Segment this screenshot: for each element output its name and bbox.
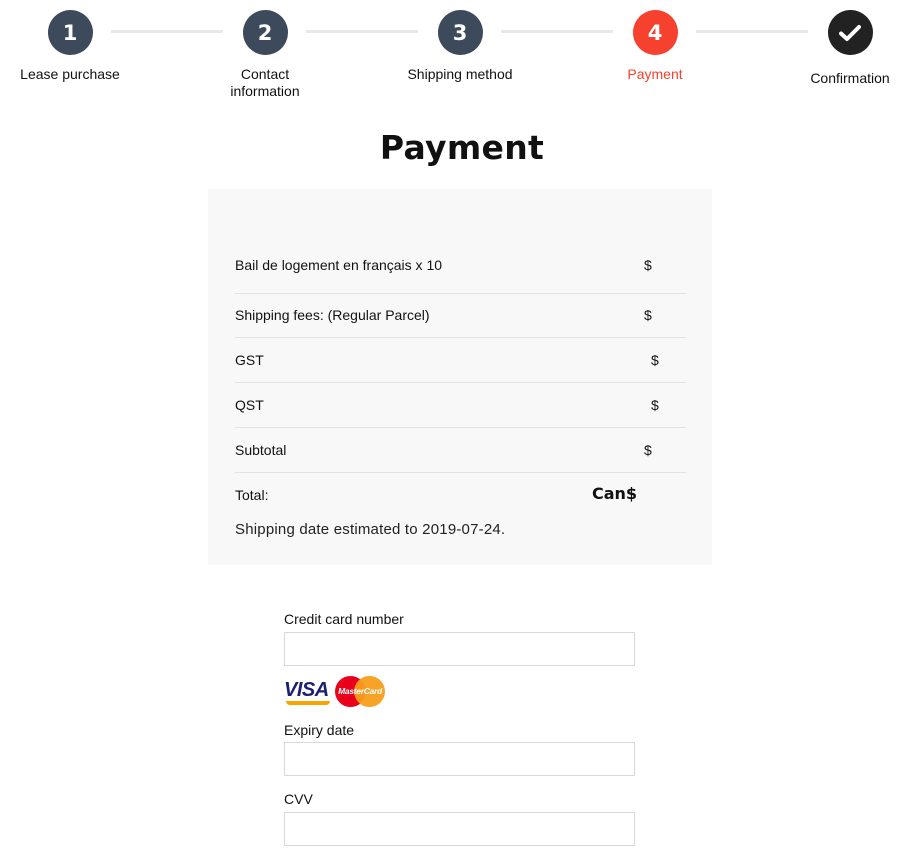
step-shipping-method[interactable]: 3 Shipping method: [395, 10, 525, 83]
expiry-date-label: Expiry date: [284, 722, 355, 738]
step-payment[interactable]: 4 Payment: [590, 10, 720, 83]
checkmark-icon: [839, 24, 861, 41]
expiry-date-input[interactable]: [284, 742, 635, 776]
step-number-circle: 1: [47, 10, 93, 55]
total-label: Total:: [235, 487, 269, 503]
summary-row-item: Bail de logement en français x 10 $: [235, 257, 686, 294]
page-title: Payment: [379, 128, 545, 167]
summary-row-label: GST: [235, 352, 264, 368]
summary-row-label: QST: [235, 397, 264, 413]
visa-swoosh: [286, 701, 330, 705]
step-number-circle: [827, 10, 873, 55]
card-number-label: Credit card number: [284, 611, 404, 627]
summary-row-amount: $: [644, 257, 652, 273]
step-label: Lease purchase: [20, 66, 120, 82]
step-confirmation[interactable]: Confirmation: [785, 10, 915, 87]
summary-row-subtotal: Subtotal $: [235, 442, 686, 473]
card-number-input[interactable]: [284, 632, 635, 666]
accepted-cards: VISA MasterCard: [284, 673, 386, 709]
summary-row-amount: $: [651, 397, 659, 413]
step-lease-purchase[interactable]: 1 Lease purchase: [5, 10, 135, 83]
mastercard-logo: MasterCard: [335, 676, 385, 707]
summary-row-amount: $: [644, 442, 652, 458]
summary-row-gst: GST $: [235, 352, 686, 383]
visa-logo: VISA: [284, 679, 329, 701]
step-label: Contact information: [230, 66, 300, 99]
shipping-date-estimate: Shipping date estimated to 2019-07-24.: [235, 521, 506, 538]
summary-row-amount: $: [651, 352, 659, 368]
summary-row-label: Bail de logement en français x 10: [235, 257, 443, 273]
step-number-circle: 3: [437, 10, 483, 55]
mastercard-wordmark: MasterCard: [338, 686, 382, 696]
cvv-label: CVV: [284, 791, 313, 807]
summary-row-shipping: Shipping fees: (Regular Parcel) $: [235, 307, 686, 338]
order-summary: Bail de logement en français x 10 $ Ship…: [208, 189, 712, 565]
summary-row-amount: $: [644, 307, 652, 323]
summary-row-qst: QST $: [235, 397, 686, 428]
total-amount: Can$: [592, 484, 638, 503]
step-number: 1: [62, 20, 78, 45]
progress-stepper: 1 Lease purchase 2 Contact information 3…: [0, 0, 924, 110]
step-number: 3: [452, 20, 468, 45]
step-number-circle: 4: [632, 10, 678, 55]
summary-row-label: Subtotal: [235, 442, 287, 458]
cvv-input[interactable]: [284, 812, 635, 846]
step-number: 2: [257, 20, 273, 45]
step-label-active: Payment: [627, 66, 683, 82]
step-number-circle: 2: [242, 10, 288, 55]
step-label: Shipping method: [407, 66, 513, 82]
step-label: Confirmation: [810, 70, 890, 86]
step-number: 4: [647, 20, 663, 45]
step-contact-information[interactable]: 2 Contact information: [200, 10, 330, 100]
summary-row-total: Total: Can$: [235, 484, 686, 511]
summary-row-label: Shipping fees: (Regular Parcel): [235, 307, 430, 323]
